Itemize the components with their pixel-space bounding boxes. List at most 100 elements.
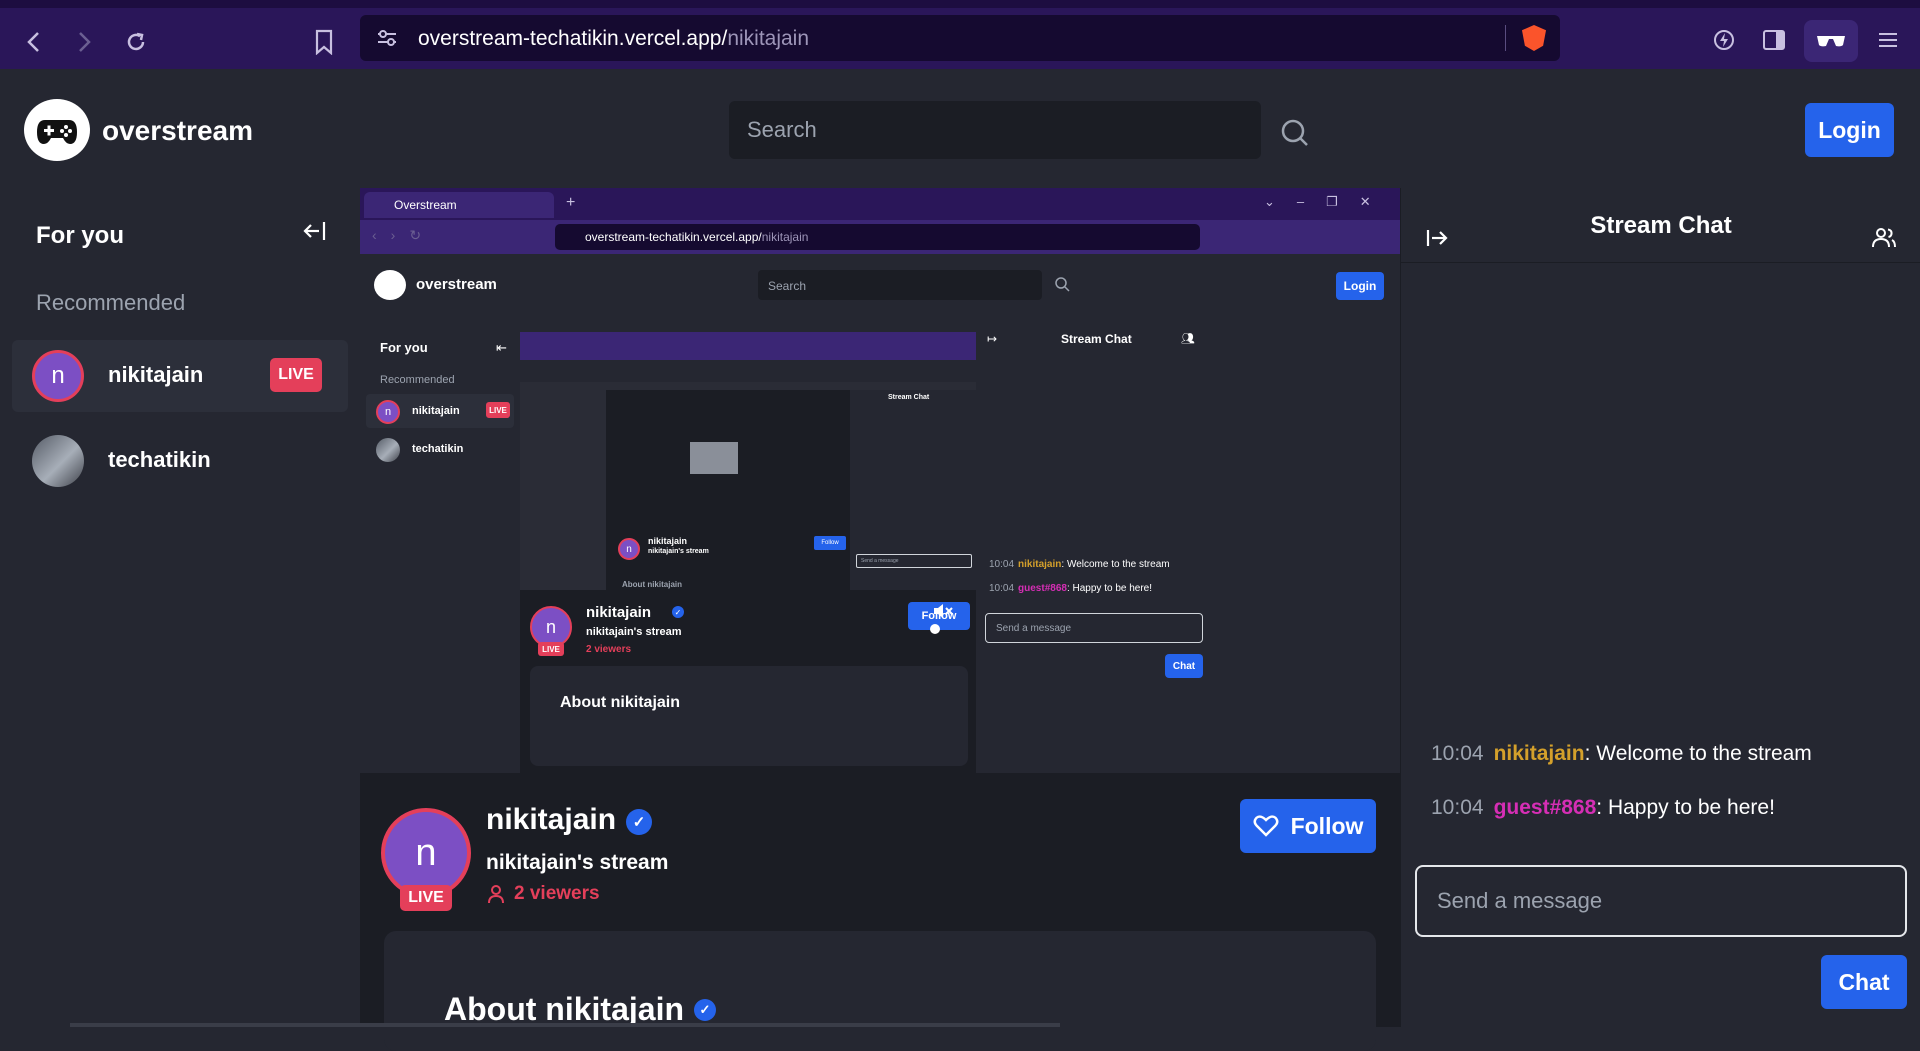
nested-app-name: overstream: [416, 276, 497, 293]
recursive-about: About nikitajain: [622, 580, 682, 589]
nested-chat-message: 10:04 nikitajain: Welcome to the stream: [989, 559, 1170, 570]
nested-new-tab-icon: +: [566, 194, 576, 211]
private-icon[interactable]: [1804, 20, 1858, 62]
nested-chat-message: 10:04 guest#868: Happy to be here!: [989, 583, 1153, 594]
sidebar-icon[interactable]: [1754, 22, 1794, 58]
nested-search-icon: [1054, 276, 1070, 297]
chat-message: 10:04 nikitajain: Welcome to the stream: [1431, 742, 1812, 765]
recursive-send: Send a message: [856, 554, 972, 568]
site-settings-icon[interactable]: [376, 29, 398, 52]
chat-message: 10:04 guest#868: Happy to be here!: [1431, 796, 1775, 819]
follow-button[interactable]: Follow: [1240, 799, 1376, 853]
nested-collapse-icon: ⇤: [496, 340, 507, 355]
live-badge: LIVE: [400, 885, 452, 911]
nested-avatar: n: [376, 400, 400, 424]
nested-toolbar: ‹›↻ overstream-techatikin.vercel.app/nik…: [360, 220, 1400, 254]
message-input[interactable]: [1417, 867, 1905, 935]
viewer-count: 2 viewers: [486, 883, 600, 905]
avatar: n: [32, 350, 84, 402]
nested-streamer-info: n LIVE nikitajain ✓ nikitajain's stream …: [520, 590, 976, 773]
nested-sidebar-title: For you: [380, 340, 428, 355]
nested-nav-icons: ‹›↻: [372, 227, 436, 243]
sidebar-item-label: techatikin: [108, 447, 211, 472]
recursive-avatar: n: [618, 538, 640, 560]
nested-live-badge: LIVE: [538, 642, 564, 656]
recursive-stream-title: nikitajain's stream: [648, 548, 709, 555]
leo-icon[interactable]: [1704, 22, 1744, 58]
address-bar[interactable]: overstream-techatikin.vercel.app/nikitaj…: [360, 15, 1560, 61]
search-field[interactable]: [729, 101, 1261, 159]
volume-slider-thumb: [930, 624, 940, 634]
nested-sidebar-item: n nikitajain LIVE: [366, 394, 514, 428]
login-button[interactable]: Login: [1805, 103, 1894, 157]
nested-sidebar-item: techatikin: [366, 432, 514, 466]
collapse-sidebar-icon[interactable]: [302, 218, 332, 248]
streamer-info: n LIVE nikitajain ✓ nikitajain's stream …: [360, 773, 1400, 1051]
search-icon[interactable]: [1271, 113, 1319, 153]
recursive-screenshot: n nikitajain nikitajain's stream Follow …: [520, 332, 976, 590]
nested-item-label: techatikin: [412, 443, 464, 455]
chat-header: Stream Chat: [1401, 188, 1920, 263]
brave-icon[interactable]: [1522, 25, 1546, 51]
sidebar-item-label: nikitajain: [108, 362, 204, 387]
nested-verified-icon: ✓: [672, 606, 684, 618]
forward-icon[interactable]: [66, 24, 102, 60]
nested-recommended: Recommended: [380, 374, 455, 386]
nested-send-field: Send a message: [985, 613, 1203, 643]
nested-streamer-name: nikitajain: [586, 604, 652, 621]
nested-tab-strip: Overstream + ⌄–❐✕: [360, 188, 1400, 220]
recursive-follow: Follow: [814, 536, 846, 550]
live-badge: LIVE: [270, 358, 322, 392]
chat-send-button[interactable]: Chat: [1821, 955, 1907, 1009]
message-field[interactable]: [1415, 865, 1907, 937]
logo-gamepad-icon[interactable]: [24, 99, 90, 161]
verified-icon: ✓: [626, 809, 652, 835]
muted-volume-icon: [932, 601, 958, 623]
nested-about-card: About nikitajain: [530, 666, 968, 766]
verified-icon: ✓: [694, 998, 716, 1021]
reload-icon[interactable]: [118, 24, 154, 60]
nested-tab: Overstream: [364, 192, 554, 218]
search-input[interactable]: [729, 101, 1261, 159]
nested-chat-button: Chat: [1165, 654, 1203, 678]
recursive-toolbar: [520, 332, 976, 360]
nested-logo-icon: [374, 270, 406, 300]
nested-video: n nikitajain nikitajain's stream Follow …: [520, 332, 976, 590]
nested-app: overstream Search Login For you ⇤ Recomm…: [360, 254, 1400, 773]
streamer-name: nikitajain: [486, 803, 617, 836]
url-divider: [1505, 25, 1506, 51]
browser-toolbar: overstream-techatikin.vercel.app/nikitaj…: [0, 0, 1920, 69]
nested-window-controls-icon: ⌄–❐✕: [1264, 194, 1393, 209]
nested-viewer-count: 2 viewers: [586, 644, 632, 655]
back-icon[interactable]: [16, 24, 52, 60]
nested-item-label: nikitajain: [412, 405, 460, 417]
recursive-inner-frame: [690, 442, 738, 474]
video-player[interactable]: Overstream + ⌄–❐✕ ‹›↻ overstream-techati…: [360, 188, 1400, 773]
horizontal-scrollbar[interactable]: [70, 1023, 1060, 1027]
nested-address-bar: overstream-techatikin.vercel.app/nikitaj…: [555, 224, 1200, 250]
nested-chat-exit-icon: ↦: [987, 332, 998, 346]
bookmark-icon[interactable]: [306, 24, 342, 60]
chat-title: Stream Chat: [1590, 212, 1732, 239]
sidebar: For you Recommended n nikitajain LIVE te…: [0, 188, 360, 1027]
nested-chat: ↦ Stream Chat 👥︎ 10:04 nikitajain: Welcom…: [977, 320, 1207, 773]
menu-icon[interactable]: [1868, 22, 1908, 58]
nested-avatar: [376, 438, 400, 462]
community-icon[interactable]: [1871, 226, 1897, 250]
recursive-name: nikitajain: [648, 536, 688, 546]
sidebar-item-nikitajain[interactable]: n nikitajain LIVE: [12, 340, 348, 412]
nested-users-icon: 👥︎: [1181, 333, 1195, 345]
recursive-header: [520, 360, 976, 382]
nested-about-title: About nikitajain: [560, 694, 680, 711]
url-text: overstream-techatikin.vercel.app/nikitaj…: [418, 27, 810, 50]
sidebar-item-techatikin[interactable]: techatikin: [12, 425, 348, 497]
nested-chat-title: Stream Chat: [1061, 332, 1132, 346]
nested-login: Login: [1336, 272, 1384, 300]
stream-chat: Stream Chat 10:04 nikitajain: Welcome to …: [1400, 188, 1920, 1027]
recommended-heading: Recommended: [36, 290, 186, 315]
app-header: overstream Login: [0, 69, 1920, 188]
user-icon: [488, 885, 504, 904]
nested-search: Search: [758, 270, 1042, 300]
app-name[interactable]: overstream: [102, 115, 253, 147]
heart-icon: [1253, 815, 1279, 837]
